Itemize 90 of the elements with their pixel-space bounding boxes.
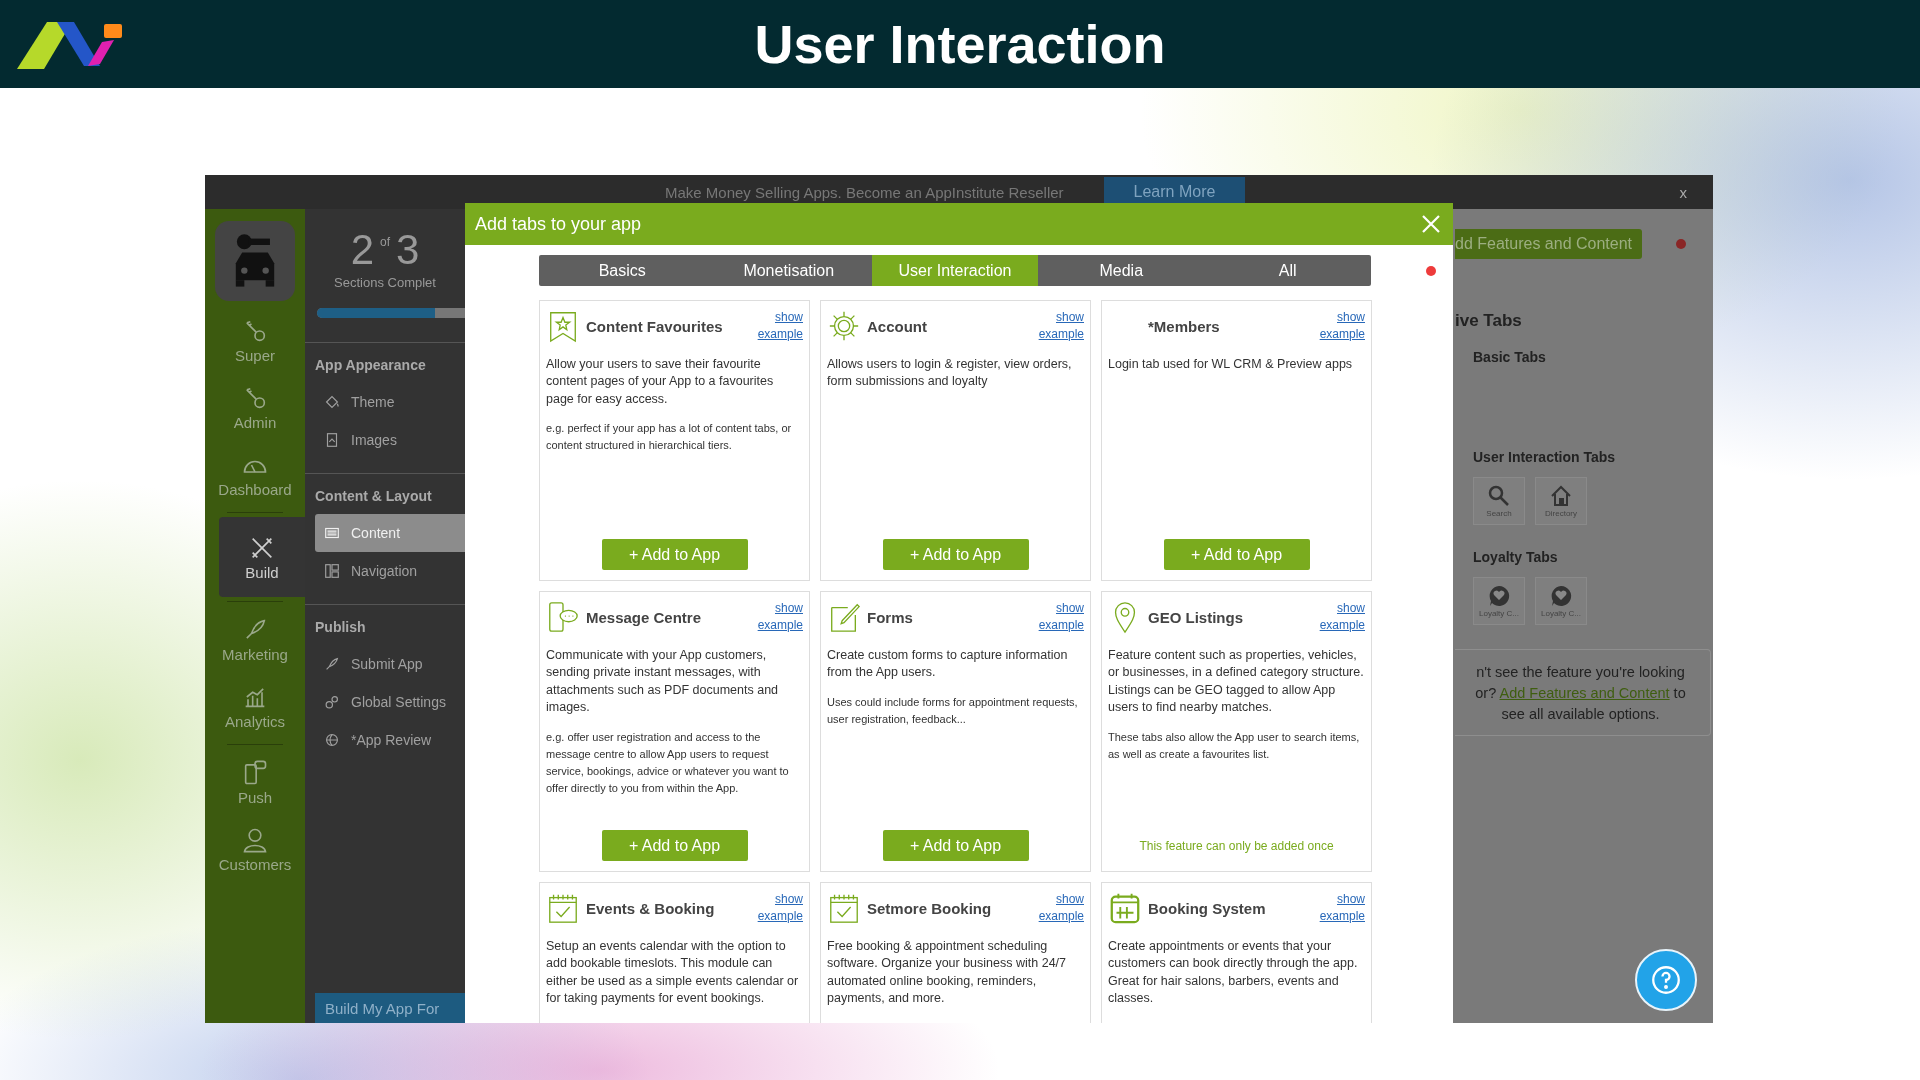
show-example-link[interactable]: show example: [751, 309, 803, 344]
card-title: Forms: [867, 608, 914, 626]
close-button[interactable]: x: [1673, 182, 1693, 202]
rail-item[interactable]: Marketing: [205, 606, 305, 673]
group-heading: Basic Tabs: [1473, 349, 1547, 365]
rail-item[interactable]: Super: [205, 307, 305, 374]
progress-label: Sections Complet: [334, 275, 436, 290]
menu-item[interactable]: Global Settings: [315, 683, 465, 721]
show-example-link[interactable]: show example: [1313, 600, 1365, 635]
card-description: Free booking & appointment scheduling software. Organize your business with 24/7 automated online booking, reminders, payments, and more.: [827, 937, 1067, 1008]
section-heading: ive Tabs: [1455, 311, 1523, 331]
add-features-button[interactable]: dd Features and Content: [1455, 229, 1642, 259]
show-example-link[interactable]: show example: [751, 891, 803, 926]
card-title: Account: [867, 317, 928, 335]
card-description: e.g. offer user registration and access to the message centre to allow App users to request service, bookings, advice or whatever you want to offer directly to you from within the App.: [546, 729, 790, 796]
category-tab[interactable]: All: [1204, 255, 1371, 286]
rail-item[interactable]: Customers: [205, 816, 305, 883]
notification-dot: [1676, 239, 1686, 249]
rail-item[interactable]: Analytics: [205, 673, 305, 740]
card-description: Uses could include forms for appointment requests, user registration, feedback...: [827, 694, 1079, 727]
rail-item[interactable]: Build: [219, 517, 305, 597]
search-icon: [1487, 484, 1511, 508]
section-heading: Content & Layout: [314, 487, 433, 506]
card-title: *Members: [1148, 317, 1221, 335]
rail-item[interactable]: Push: [205, 749, 305, 816]
card-description: These tabs also allow the App user to search items, as well as create a favourites list.: [1108, 729, 1361, 762]
menu-item[interactable]: Images: [315, 421, 465, 459]
menu-item[interactable]: *App Review: [315, 721, 465, 759]
slide-title: User Interaction: [754, 13, 1166, 75]
show-example-link[interactable]: show example: [1032, 600, 1084, 635]
show-example-link[interactable]: show example: [1032, 309, 1084, 344]
layout-icon: [323, 562, 341, 580]
added-once-notice: This feature can only be added once: [1139, 839, 1334, 853]
hint-text: n't see the feature you're looking or? Add Features and Content to see all available options.: [1474, 663, 1687, 725]
menu-item[interactable]: Content: [315, 514, 465, 552]
house-icon: [1549, 484, 1573, 508]
card-description: Communicate with your App customers, sending private instant messages, with attachments such as PDF documents and images.: [546, 646, 780, 717]
calendar-icon: [1108, 891, 1142, 926]
card-title: Message Centre: [586, 608, 703, 626]
card-title: Events & Booking: [586, 899, 716, 917]
dialog-title: Add tabs to your app: [475, 213, 642, 235]
show-example-link[interactable]: show example: [1313, 309, 1365, 344]
card-description: Login tab used for WL CRM & Preview apps: [1108, 355, 1354, 373]
card-description: Allows users to login & register, view orders, form submissions and loyalty: [827, 355, 1073, 391]
notification-dot: [1426, 265, 1436, 276]
rail-item[interactable]: Dashboard: [205, 441, 305, 508]
help-icon: [1649, 963, 1683, 997]
section-heading: App Appearance: [314, 356, 427, 375]
menu-item[interactable]: Submit App: [315, 645, 465, 683]
card-description: Create custom forms to capture information from the App users.: [827, 646, 1069, 682]
category-tab[interactable]: Media: [1038, 255, 1205, 286]
category-tab[interactable]: Monetisation: [705, 255, 872, 286]
close-icon[interactable]: [1421, 214, 1441, 234]
completed-count: 2: [350, 229, 374, 271]
banner-text: Make Money Selling Apps. Become an AppInstitute Reseller: [665, 183, 1064, 201]
category-tab[interactable]: User Interaction: [872, 255, 1038, 286]
person-icon: [241, 826, 269, 854]
card-description: Feature content such as properties, vehicles, or businesses, in a defined category structure. Listings can be GEO tagged to allow App users to find nearby matches.: [1108, 646, 1365, 717]
card-title: Booking System: [1148, 899, 1267, 917]
category-tab[interactable]: Basics: [539, 255, 706, 286]
add-to-app-button[interactable]: + Add to App: [882, 830, 1029, 861]
heart-bubble-icon: [1487, 584, 1511, 608]
card-description: Create appointments or events that your customers can book directly through the app. Great for hair salons, barbers, events and classes.: [1108, 937, 1359, 1008]
build-app-button[interactable]: Build My App For: [315, 993, 465, 1023]
show-example-link[interactable]: show example: [1313, 891, 1365, 926]
add-to-app-button[interactable]: + Add to App: [882, 539, 1029, 570]
rail-item[interactable]: Admin: [205, 374, 305, 441]
globe-icon: [323, 731, 341, 749]
total-count: 3: [396, 229, 420, 271]
group-heading: Loyalty Tabs: [1473, 549, 1559, 565]
add-to-app-button[interactable]: + Add to App: [601, 830, 748, 861]
add-to-app-button[interactable]: + Add to App: [601, 539, 748, 570]
card-title: Setmore Booking: [867, 899, 993, 917]
menu-item[interactable]: Theme: [315, 383, 465, 421]
add-to-app-button[interactable]: + Add to App: [1163, 539, 1310, 570]
card-description: e.g. perfect if your app has a lot of content tabs, or content structured in hierarchical tiers.: [546, 421, 793, 454]
phone-chat-icon: [546, 600, 580, 635]
show-example-link[interactable]: show example: [751, 600, 803, 635]
card-description: Allow your users to save their favourite content pages of your App to a favourites page for easy access.: [546, 355, 775, 408]
section-heading: Publish: [314, 618, 367, 637]
card-title: Content Favourites: [586, 317, 724, 335]
group-heading: User Interaction Tabs: [1473, 449, 1617, 465]
menu-item[interactable]: Navigation: [315, 552, 465, 590]
card-description: Setup an events calendar with the option to add bookable timeslots. This module can either be used as a simple events calendar or for taking payments for event bookings.: [546, 937, 800, 1008]
bucket-icon: [323, 393, 341, 411]
of-label: of: [380, 235, 390, 249]
show-example-link[interactable]: show example: [1032, 891, 1084, 926]
add-features-link[interactable]: Add Features and Content: [1499, 685, 1670, 701]
card-title: GEO Listings: [1148, 608, 1244, 626]
heart-bubble-icon: [1549, 584, 1573, 608]
